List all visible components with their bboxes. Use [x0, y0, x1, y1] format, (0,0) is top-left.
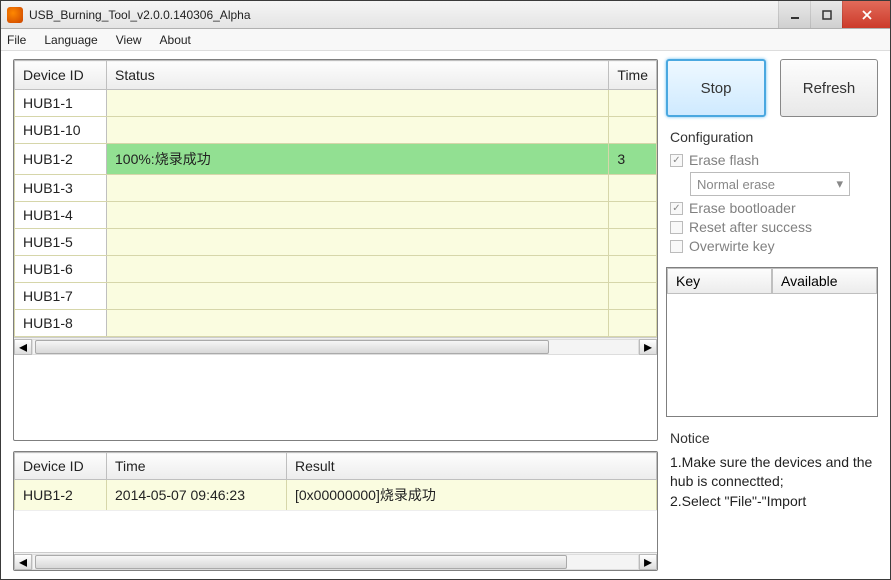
log-h-scrollbar[interactable]: ◂ ▸ — [14, 552, 657, 570]
close-button[interactable] — [842, 1, 890, 28]
cell-status — [107, 256, 609, 283]
cell-status — [107, 90, 609, 117]
log-time: 2014-05-07 09:46:23 — [107, 480, 287, 511]
overwrite-key-checkbox[interactable]: Overwirte key — [670, 238, 878, 254]
cell-device-id: HUB1-8 — [15, 310, 107, 337]
table-row[interactable]: HUB1-8 — [15, 310, 657, 337]
menu-view[interactable]: View — [116, 33, 142, 47]
cell-device-id: HUB1-4 — [15, 202, 107, 229]
cell-time — [609, 117, 657, 144]
notice-line-2: 2.Select "File"-"Import — [670, 492, 878, 512]
menu-file[interactable]: File — [7, 33, 26, 47]
cell-status — [107, 175, 609, 202]
cell-status — [107, 283, 609, 310]
checkbox-icon — [670, 240, 683, 253]
key-col[interactable]: Key — [667, 268, 772, 294]
cell-time — [609, 310, 657, 337]
checkbox-icon: ✓ — [670, 154, 683, 167]
table-row[interactable]: HUB1-10 — [15, 117, 657, 144]
cell-time — [609, 283, 657, 310]
cell-time — [609, 90, 657, 117]
notice-title: Notice — [670, 429, 878, 449]
table-row[interactable]: HUB1-5 — [15, 229, 657, 256]
scroll-left-button[interactable]: ◂ — [14, 339, 32, 355]
cell-status — [107, 229, 609, 256]
refresh-button[interactable]: Refresh — [780, 59, 878, 117]
col-time[interactable]: Time — [609, 61, 657, 90]
cell-time — [609, 202, 657, 229]
chevron-down-icon: ▾ — [836, 176, 843, 192]
table-row[interactable]: HUB1-1 — [15, 90, 657, 117]
table-row[interactable]: HUB1-6 — [15, 256, 657, 283]
table-row[interactable]: HUB1-2100%:烧录成功3 — [15, 144, 657, 175]
menu-language[interactable]: Language — [44, 33, 97, 47]
log-scroll-right[interactable]: ▸ — [639, 554, 657, 570]
device-grid-panel: Device ID Status Time HUB1-1HUB1-10HUB1-… — [13, 59, 658, 441]
log-scroll-left[interactable]: ◂ — [14, 554, 32, 570]
table-row[interactable]: HUB1-7 — [15, 283, 657, 310]
key-panel: Key Available — [666, 267, 878, 417]
cell-device-id: HUB1-7 — [15, 283, 107, 310]
scroll-right-button[interactable]: ▸ — [639, 339, 657, 355]
log-col-device[interactable]: Device ID — [15, 453, 107, 480]
minimize-button[interactable] — [778, 1, 810, 28]
log-panel: Device ID Time Result HUB1-22014-05-07 0… — [13, 451, 658, 571]
log-scroll-thumb[interactable] — [35, 555, 567, 569]
h-scrollbar[interactable]: ◂ ▸ — [14, 337, 657, 355]
erase-bootloader-checkbox[interactable]: ✓Erase bootloader — [670, 200, 878, 216]
table-row[interactable]: HUB1-4 — [15, 202, 657, 229]
log-device: HUB1-2 — [15, 480, 107, 511]
checkbox-icon: ✓ — [670, 202, 683, 215]
window-title: USB_Burning_Tool_v2.0.0.140306_Alpha — [29, 8, 778, 22]
cell-status — [107, 310, 609, 337]
col-status[interactable]: Status — [107, 61, 609, 90]
cell-status — [107, 202, 609, 229]
col-device-id[interactable]: Device ID — [15, 61, 107, 90]
app-window: USB_Burning_Tool_v2.0.0.140306_Alpha Fil… — [0, 0, 891, 580]
notice-line-1: 1.Make sure the devices and the hub is c… — [670, 453, 878, 492]
maximize-button[interactable] — [810, 1, 842, 28]
log-col-result[interactable]: Result — [287, 453, 657, 480]
cell-time — [609, 229, 657, 256]
stop-button[interactable]: Stop — [666, 59, 766, 117]
erase-flash-checkbox[interactable]: ✓Erase flash — [670, 152, 878, 168]
table-row[interactable]: HUB1-3 — [15, 175, 657, 202]
cell-device-id: HUB1-2 — [15, 144, 107, 175]
available-col[interactable]: Available — [772, 268, 877, 294]
log-result: [0x00000000]烧录成功 — [287, 480, 657, 511]
checkbox-icon — [670, 221, 683, 234]
cell-time — [609, 256, 657, 283]
log-table[interactable]: Device ID Time Result HUB1-22014-05-07 0… — [14, 452, 657, 511]
cell-status: 100%:烧录成功 — [107, 144, 609, 175]
cell-time: 3 — [609, 144, 657, 175]
notice-section: Notice 1.Make sure the devices and the h… — [666, 427, 878, 511]
erase-mode-select[interactable]: Normal erase▾ — [690, 172, 850, 196]
app-icon — [7, 7, 23, 23]
titlebar[interactable]: USB_Burning_Tool_v2.0.0.140306_Alpha — [1, 1, 890, 29]
menu-about[interactable]: About — [160, 33, 191, 47]
cell-time — [609, 175, 657, 202]
cell-device-id: HUB1-3 — [15, 175, 107, 202]
cell-status — [107, 117, 609, 144]
cell-device-id: HUB1-1 — [15, 90, 107, 117]
config-title: Configuration — [670, 129, 878, 145]
cell-device-id: HUB1-10 — [15, 117, 107, 144]
menubar: File Language View About — [1, 29, 890, 51]
reset-after-checkbox[interactable]: Reset after success — [670, 219, 878, 235]
log-row[interactable]: HUB1-22014-05-07 09:46:23[0x00000000]烧录成… — [15, 480, 657, 511]
log-col-time[interactable]: Time — [107, 453, 287, 480]
device-table[interactable]: Device ID Status Time HUB1-1HUB1-10HUB1-… — [14, 60, 657, 337]
scroll-thumb[interactable] — [35, 340, 549, 354]
cell-device-id: HUB1-6 — [15, 256, 107, 283]
cell-device-id: HUB1-5 — [15, 229, 107, 256]
